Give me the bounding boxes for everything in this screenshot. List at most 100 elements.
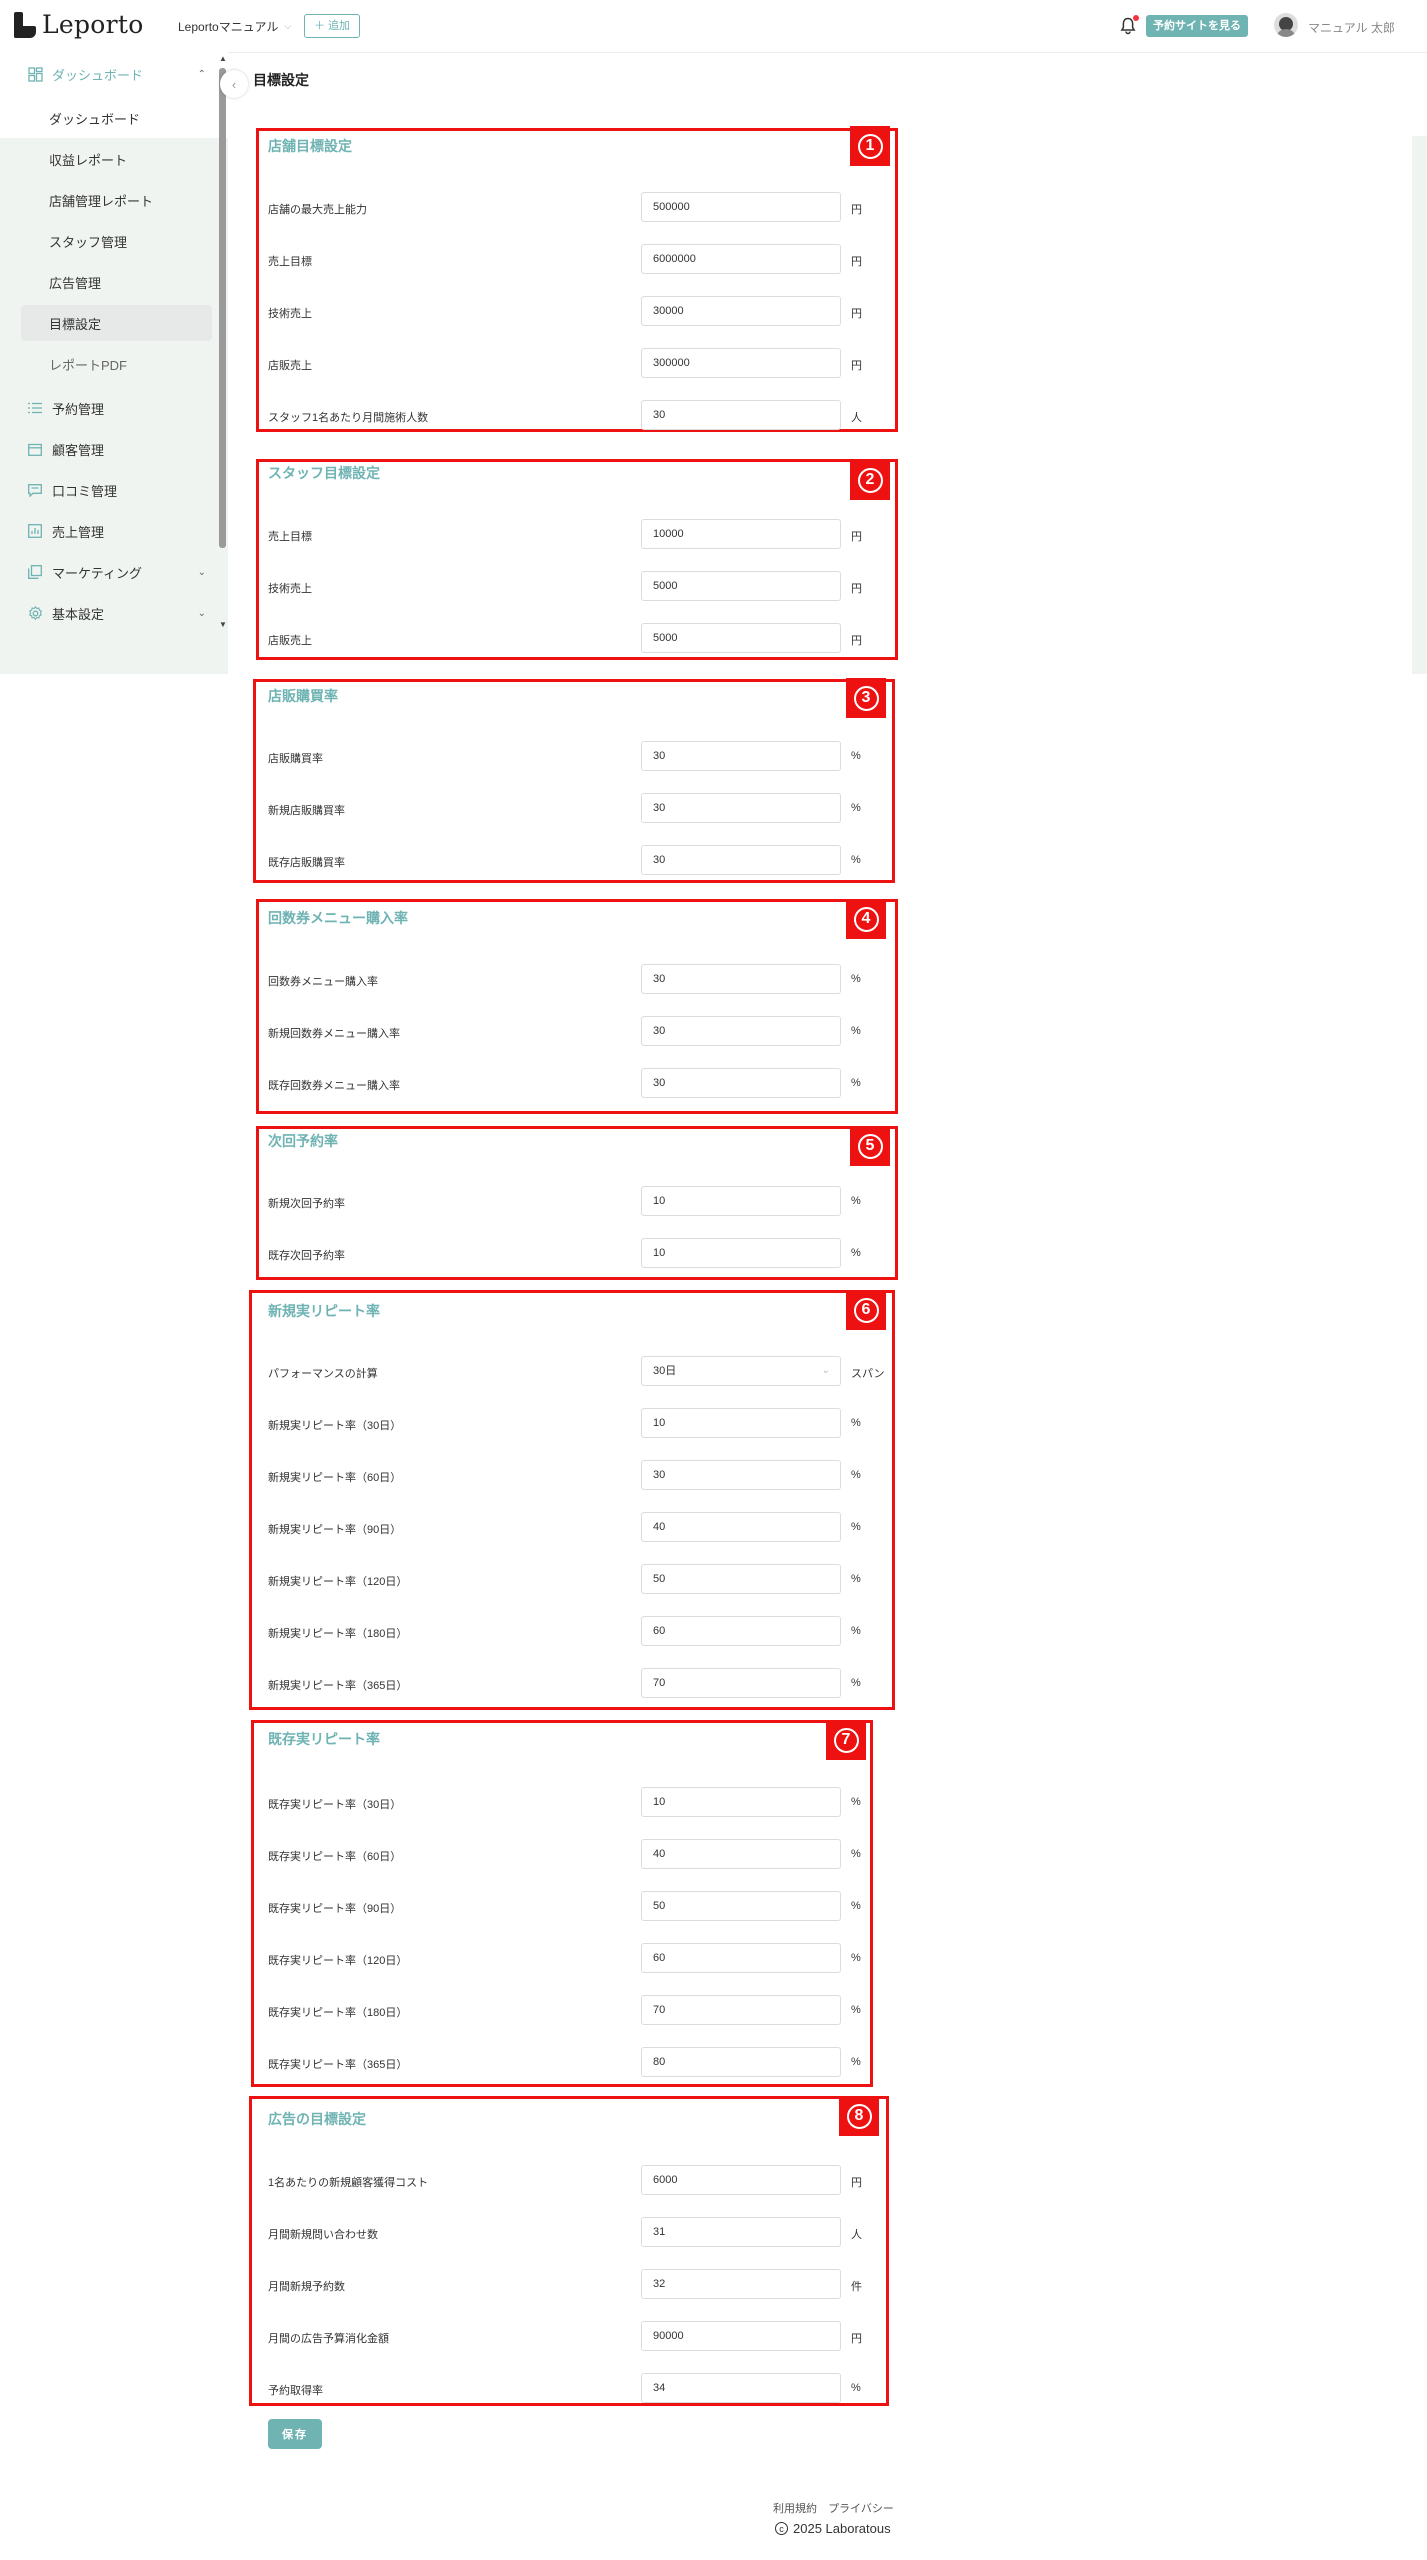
field-label: 1名あたりの新規顧客獲得コスト — [268, 2177, 429, 2189]
dashboard-icon — [27, 66, 43, 82]
chevron-down-icon: ⌄ — [197, 566, 206, 578]
goal-input[interactable]: 30 — [641, 793, 841, 823]
app-logo[interactable]: Leporto — [14, 10, 144, 39]
chevron-down-icon: ⌄ — [821, 1365, 830, 1376]
field-label: 回数券メニュー購入率 — [268, 976, 378, 988]
unit-label: % — [851, 1952, 861, 1964]
goal-input[interactable]: 60 — [641, 1943, 841, 1973]
goal-input[interactable]: 5000 — [641, 623, 841, 653]
goal-input[interactable]: 30 — [641, 1460, 841, 1490]
sidebar-item-ads[interactable]: 広告管理 — [21, 264, 212, 300]
field-label: 店舗の最大売上能力 — [268, 204, 367, 216]
section-number-badge: 2 — [850, 460, 890, 500]
goal-input[interactable]: 10 — [641, 1238, 841, 1268]
goal-input[interactable]: 40 — [641, 1512, 841, 1542]
goal-input[interactable]: 30000 — [641, 296, 841, 326]
unit-label: 円 — [851, 531, 862, 543]
goal-input[interactable]: 10 — [641, 1408, 841, 1438]
sidebar-item-report-pdf[interactable]: レポートPDF — [21, 346, 212, 382]
sidebar-item-staff[interactable]: スタッフ管理 — [21, 223, 212, 259]
badge-number: 6 — [853, 1297, 879, 1323]
unit-label: 円 — [851, 204, 862, 216]
goal-input[interactable]: 50 — [641, 1891, 841, 1921]
collapse-sidebar-button[interactable]: ‹ — [220, 70, 248, 98]
badge-number: 4 — [853, 906, 879, 932]
bar-chart-icon — [27, 523, 43, 539]
goal-input[interactable]: 10 — [641, 1787, 841, 1817]
unit-label: % — [851, 973, 861, 985]
unit-label: % — [851, 1469, 861, 1481]
goal-input[interactable]: 32 — [641, 2269, 841, 2299]
sidebar-scrollbar[interactable] — [219, 68, 226, 548]
section-number-badge: 8 — [839, 2096, 879, 2136]
right-edge-strip — [1412, 136, 1427, 674]
unit-label: % — [851, 2004, 861, 2016]
goal-input[interactable]: 30 — [641, 1068, 841, 1098]
sidebar-item-dashboard[interactable]: ダッシュボード — [21, 100, 212, 136]
save-button[interactable]: 保存 — [268, 2419, 322, 2449]
sidebar-item-label: 売上管理 — [52, 524, 105, 540]
section-title: 店販購買率 — [268, 688, 338, 704]
user-name[interactable]: マニュアル 太郎 — [1308, 19, 1395, 36]
sidebar-item-store-report[interactable]: 店舗管理レポート — [21, 182, 212, 218]
terms-link[interactable]: 利用規約 — [773, 2503, 817, 2515]
goal-input[interactable]: 70 — [641, 1995, 841, 2025]
goal-input[interactable]: 5000 — [641, 571, 841, 601]
goal-input[interactable]: 40 — [641, 1839, 841, 1869]
avatar[interactable] — [1274, 13, 1298, 37]
scroll-up-arrow-icon[interactable]: ▲ — [219, 54, 227, 63]
unit-label: % — [851, 2056, 861, 2068]
goal-input[interactable]: 31 — [641, 2217, 841, 2247]
field-label: 既存実リピート率（120日） — [268, 1955, 408, 1967]
goal-input[interactable]: 70 — [641, 1668, 841, 1698]
goal-input[interactable]: 80 — [641, 2047, 841, 2077]
scroll-down-arrow-icon[interactable]: ▼ — [219, 620, 227, 629]
sidebar-item-reservations[interactable]: 予約管理 — [0, 391, 220, 425]
unit-label: % — [851, 1848, 861, 1860]
field-label: パフォーマンスの計算 — [268, 1368, 378, 1380]
field-label: 新規店販購買率 — [268, 805, 345, 817]
logo-mark-icon — [14, 11, 36, 38]
goal-input[interactable]: 10 — [641, 1186, 841, 1216]
goal-input[interactable]: 30 — [641, 1016, 841, 1046]
section-title: 既存実リピート率 — [268, 1731, 380, 1747]
period-select[interactable]: 30日 ⌄ — [641, 1356, 841, 1386]
sidebar-item-reviews[interactable]: 口コミ管理 — [0, 473, 220, 507]
sidebar-item-marketing[interactable]: マーケティング ⌄ — [0, 555, 220, 589]
workspace-selector[interactable]: Leportoマニュアル ⌵ — [178, 18, 291, 35]
sidebar-item-revenue-report[interactable]: 収益レポート — [21, 141, 212, 177]
add-button[interactable]: ＋ 追加 — [304, 14, 361, 38]
sidebar-item-sales[interactable]: 売上管理 — [0, 514, 220, 548]
goal-input[interactable]: 30 — [641, 400, 841, 430]
goal-input[interactable]: 300000 — [641, 348, 841, 378]
goal-input[interactable]: 34 — [641, 2373, 841, 2403]
goal-input[interactable]: 30 — [641, 741, 841, 771]
badge-number: 1 — [857, 133, 883, 159]
field-label: 店販購買率 — [268, 753, 323, 765]
page-title: 目標設定 — [253, 72, 309, 88]
goal-input[interactable]: 60 — [641, 1616, 841, 1646]
sidebar-item-goals[interactable]: 目標設定 — [21, 305, 212, 341]
message-icon — [27, 482, 43, 498]
sidebar-item-label: マーケティング — [52, 565, 142, 581]
goal-input[interactable]: 6000 — [641, 2165, 841, 2195]
sidebar-item-settings[interactable]: 基本設定 ⌄ — [0, 596, 220, 630]
goal-input[interactable]: 50 — [641, 1564, 841, 1594]
view-reservation-site-button[interactable]: 予約サイトを見る — [1146, 15, 1248, 37]
field-label: 既存実リピート率（365日） — [268, 2059, 408, 2071]
copyright-icon: c — [775, 2522, 788, 2535]
privacy-link[interactable]: プライバシー — [828, 2503, 894, 2515]
goal-input[interactable]: 30 — [641, 845, 841, 875]
section-title: 新規実リピート率 — [268, 1303, 380, 1319]
field-label: 既存実リピート率（60日） — [268, 1851, 402, 1863]
goal-input[interactable]: 30 — [641, 964, 841, 994]
field-label: 店販売上 — [268, 635, 312, 647]
goal-input[interactable]: 500000 — [641, 192, 841, 222]
goal-input[interactable]: 6000000 — [641, 244, 841, 274]
goal-input[interactable]: 10000 — [641, 519, 841, 549]
sidebar-item-customers[interactable]: 顧客管理 — [0, 432, 220, 466]
field-label: 店販売上 — [268, 360, 312, 372]
goal-input[interactable]: 90000 — [641, 2321, 841, 2351]
chevron-down-icon: ⌄ — [197, 607, 206, 619]
sidebar-group-dashboard[interactable]: ダッシュボード ⌃ — [0, 57, 220, 91]
